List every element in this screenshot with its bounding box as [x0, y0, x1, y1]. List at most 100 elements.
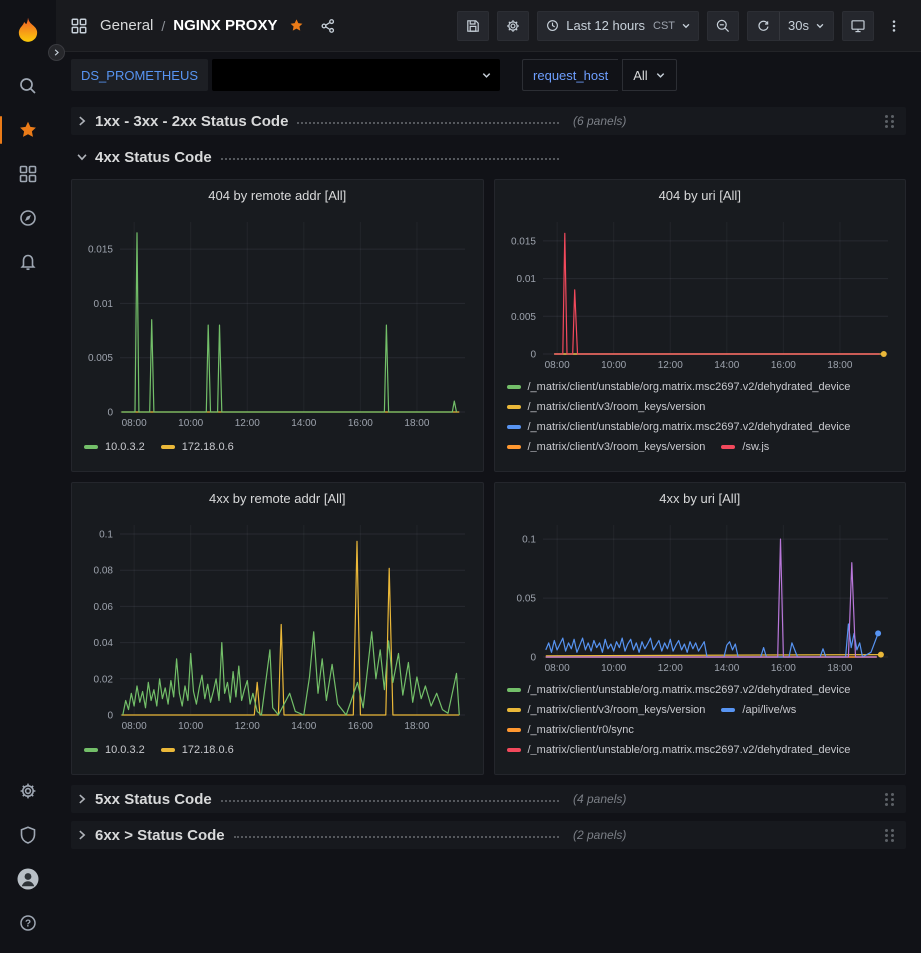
dashboard-row-1xx-3xx-2xx[interactable]: 1xx - 3xx - 2xx Status Code (6 panels)	[71, 107, 906, 135]
legend-item[interactable]: /_matrix/client/unstable/org.matrix.msc2…	[507, 681, 851, 699]
dashboard-row-5xx[interactable]: 5xx Status Code (4 panels)	[71, 785, 906, 813]
svg-text:16:00: 16:00	[348, 721, 373, 732]
caret-down-icon	[655, 70, 666, 81]
legend-item[interactable]: 172.18.0.6	[161, 438, 234, 456]
row-drag-handle[interactable]	[881, 111, 898, 132]
svg-text:0.015: 0.015	[88, 245, 113, 256]
legend-item[interactable]: /_matrix/client/v3/room_keys/version	[507, 438, 706, 452]
refresh-icon	[756, 18, 771, 33]
refresh-button[interactable]	[748, 12, 779, 40]
datasource-value-select[interactable]	[212, 59, 500, 91]
zoom-out-time-button[interactable]	[707, 11, 739, 41]
request-host-value: All	[633, 68, 647, 83]
svg-text:16:00: 16:00	[770, 360, 795, 371]
refresh-interval-select[interactable]: 30s	[780, 12, 833, 40]
chevron-down-icon	[75, 150, 89, 164]
compass-icon	[18, 208, 38, 228]
svg-text:10:00: 10:00	[601, 360, 626, 371]
dotted-leader	[297, 115, 559, 124]
svg-text:0.02: 0.02	[94, 674, 114, 685]
panel-title[interactable]: 4xx by uri [All]	[503, 489, 898, 509]
sidebar-item-alerting[interactable]	[8, 240, 48, 284]
legend-item[interactable]: /_matrix/client/unstable/org.matrix.msc2…	[507, 378, 851, 396]
legend-item[interactable]: /_matrix/client/v3/room_keys/version	[507, 701, 706, 719]
legend-series-label: /_matrix/client/unstable/org.matrix.msc2…	[528, 378, 851, 396]
request-host-value-select[interactable]: All	[622, 59, 676, 91]
legend-item[interactable]: /sw.js	[721, 438, 769, 452]
sidebar-item-configuration[interactable]	[8, 769, 48, 813]
gear-icon	[18, 781, 38, 801]
breadcrumb-section[interactable]: General	[100, 17, 153, 34]
legend-item[interactable]: 10.0.3.2	[84, 741, 145, 759]
chevron-right-icon	[75, 792, 89, 806]
svg-text:?: ?	[25, 918, 31, 929]
svg-text:10:00: 10:00	[178, 418, 203, 429]
legend-item[interactable]: /_matrix/client/v3/room_keys/version	[507, 398, 706, 416]
sidebar-item-search[interactable]	[8, 64, 48, 108]
time-series-chart[interactable]: 08:0010:0012:0014:0016:0018:0000.0050.01…	[503, 212, 898, 372]
panel-4xx-by-uri: 4xx by uri [All] 08:0010:0012:0014:0016:…	[494, 482, 907, 775]
legend-item[interactable]: /_matrix/client/unstable/org.matrix.msc2…	[507, 418, 851, 436]
time-series-chart[interactable]: 08:0010:0012:0014:0016:0018:0000.0050.01…	[80, 212, 475, 430]
dashboard-settings-button[interactable]	[497, 11, 529, 41]
legend-item[interactable]: /api/live/ws	[721, 701, 796, 719]
share-alt-icon	[320, 18, 336, 34]
panel-404-by-uri: 404 by uri [All] 08:0010:0012:0014:0016:…	[494, 179, 907, 472]
legend-series-color	[507, 688, 521, 692]
sidebar-item-help[interactable]: ?	[8, 901, 48, 945]
sidebar-item-server-admin[interactable]	[8, 813, 48, 857]
svg-text:12:00: 12:00	[235, 721, 260, 732]
share-dashboard-button[interactable]	[316, 14, 340, 38]
svg-text:0.05: 0.05	[516, 594, 536, 605]
panel-title[interactable]: 4xx by remote addr [All]	[80, 489, 475, 509]
row-title: 6xx > Status Code	[95, 827, 225, 844]
svg-text:18:00: 18:00	[827, 663, 852, 674]
kebab-icon	[886, 18, 902, 34]
grafana-logo[interactable]	[8, 10, 48, 50]
legend-series-label: /_matrix/client/unstable/org.matrix.msc2…	[528, 681, 851, 699]
svg-text:0.08: 0.08	[94, 566, 114, 577]
legend-item[interactable]: /_matrix/client/r0/sync	[507, 721, 634, 739]
expand-sidebar-button[interactable]	[48, 44, 65, 61]
dashboard-row-4xx[interactable]: 4xx Status Code	[71, 143, 906, 171]
panel-404-by-remote-addr: 404 by remote addr [All] 08:0010:0012:00…	[71, 179, 484, 472]
panel-legend: 10.0.3.2 172.18.0.6	[80, 741, 475, 759]
row-drag-handle[interactable]	[881, 789, 898, 810]
panel-title[interactable]: 404 by remote addr [All]	[80, 186, 475, 206]
svg-text:0.01: 0.01	[516, 274, 536, 285]
sidebar-item-profile[interactable]	[8, 857, 48, 901]
cycle-view-mode-button[interactable]	[842, 11, 874, 41]
legend-item[interactable]: 172.18.0.6	[161, 741, 234, 759]
svg-text:08:00: 08:00	[122, 721, 147, 732]
row-title-area: 1xx - 3xx - 2xx Status Code	[89, 113, 563, 130]
row-drag-handle[interactable]	[881, 825, 898, 846]
more-options-button[interactable]	[882, 14, 906, 38]
time-range-picker[interactable]: Last 12 hours CST	[537, 11, 699, 41]
chart-area: 08:0010:0012:0014:0016:0018:0000.050.1	[503, 515, 898, 675]
svg-text:08:00: 08:00	[544, 663, 569, 674]
sidebar-item-starred[interactable]	[8, 108, 48, 152]
legend-series-label: 10.0.3.2	[105, 438, 145, 456]
svg-text:16:00: 16:00	[348, 418, 373, 429]
legend-series-color	[507, 748, 521, 752]
chevron-right-icon	[75, 114, 89, 128]
dashboard-title[interactable]: NGINX PROXY	[173, 17, 277, 34]
sidebar: ?	[0, 0, 56, 953]
time-series-chart[interactable]: 08:0010:0012:0014:0016:0018:0000.050.1	[503, 515, 898, 675]
sidebar-item-dashboards[interactable]	[8, 152, 48, 196]
svg-text:18:00: 18:00	[827, 360, 852, 371]
caret-down-icon	[481, 70, 492, 81]
row-title: 5xx Status Code	[95, 791, 212, 808]
time-series-chart[interactable]: 08:0010:0012:0014:0016:0018:0000.020.040…	[80, 515, 475, 733]
sidebar-item-explore[interactable]	[8, 196, 48, 240]
panel-4xx-by-remote-addr: 4xx by remote addr [All] 08:0010:0012:00…	[71, 482, 484, 775]
legend-item[interactable]: 10.0.3.2	[84, 438, 145, 456]
legend-series-label: 172.18.0.6	[182, 741, 234, 759]
panel-title[interactable]: 404 by uri [All]	[503, 186, 898, 206]
grafana-app: ? General / NGINX PROXY	[0, 0, 921, 953]
save-dashboard-button[interactable]	[457, 11, 489, 41]
dashboard-row-6xx[interactable]: 6xx > Status Code (2 panels)	[71, 821, 906, 849]
legend-item[interactable]: /_matrix/client/unstable/org.matrix.msc2…	[507, 741, 851, 755]
favorite-star-button[interactable]	[285, 14, 308, 37]
panel-legend: /_matrix/client/unstable/org.matrix.msc2…	[503, 681, 898, 755]
